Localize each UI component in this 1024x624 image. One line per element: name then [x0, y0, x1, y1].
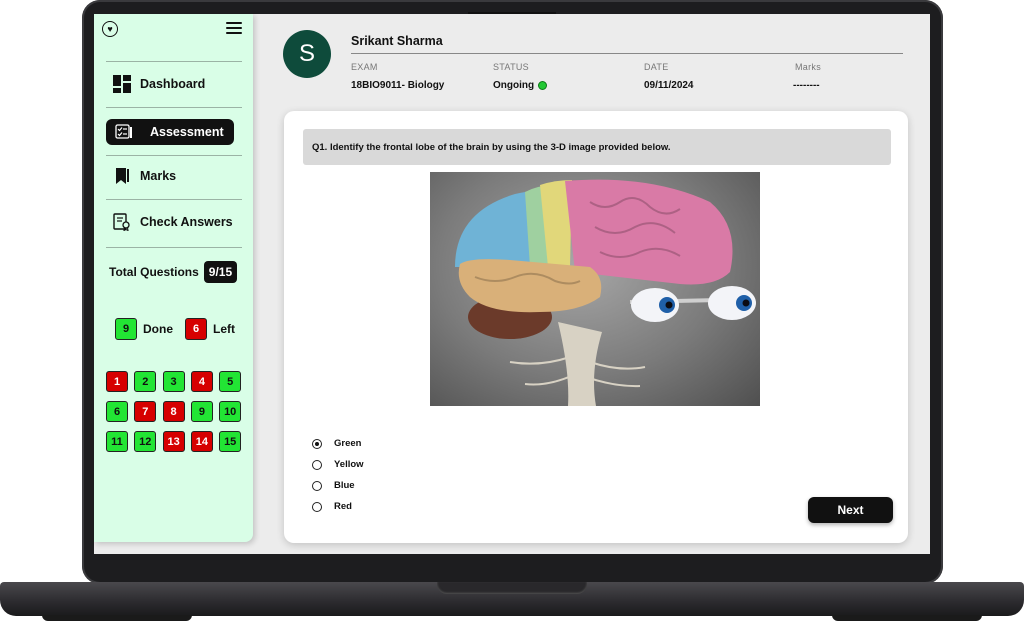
- marks-value: --------: [793, 80, 820, 91]
- question-navigator-grid: 1 2 3 4 5 6 7 8 9 10 11 12 13 14 15: [106, 371, 242, 452]
- sidebar-item-marks[interactable]: Marks: [106, 163, 234, 189]
- question-number-button[interactable]: 9: [190, 401, 213, 422]
- option-green[interactable]: Green: [312, 438, 361, 449]
- next-button[interactable]: Next: [808, 497, 893, 523]
- total-questions-label: Total Questions: [109, 265, 199, 279]
- question-number-button[interactable]: 11: [106, 431, 128, 452]
- question-number-button[interactable]: 1: [106, 371, 128, 392]
- status-value: Ongoing: [493, 80, 548, 91]
- header-divider: [351, 53, 903, 54]
- left-count-badge: 6: [185, 318, 207, 340]
- avatar[interactable]: S: [283, 30, 331, 78]
- radio-icon[interactable]: [312, 480, 322, 491]
- divider: [106, 247, 242, 248]
- assessment-icon: [114, 122, 134, 142]
- dashboard-icon: [112, 74, 132, 94]
- question-number-button[interactable]: 12: [134, 431, 157, 452]
- certificate-icon: [112, 212, 132, 232]
- question-number-button[interactable]: 7: [134, 401, 157, 422]
- done-label: Done: [143, 322, 173, 336]
- question-number-button[interactable]: 3: [162, 371, 185, 392]
- sidebar-item-label: Check Answers: [140, 215, 233, 229]
- question-number-button[interactable]: 2: [134, 371, 157, 392]
- sidebar-item-label: Dashboard: [140, 77, 206, 91]
- option-label: Green: [334, 438, 362, 449]
- radio-icon[interactable]: [312, 459, 322, 470]
- question-number-button[interactable]: 10: [219, 401, 242, 422]
- question-number-button[interactable]: 15: [219, 431, 242, 452]
- question-number-button[interactable]: 14: [190, 431, 213, 452]
- hamburger-menu-icon[interactable]: [226, 22, 242, 34]
- left-legend: 6 Left: [185, 318, 235, 340]
- brain-3d-image: [430, 172, 760, 406]
- option-red[interactable]: Red: [312, 501, 352, 512]
- question-text: Q1. Identify the frontal lobe of the bra…: [303, 129, 891, 165]
- status-label: STATUS: [493, 62, 529, 72]
- question-number-button[interactable]: 8: [162, 401, 185, 422]
- question-number-button[interactable]: 5: [219, 371, 242, 392]
- laptop-foot-right: [832, 615, 982, 621]
- laptop-opening-groove: [437, 582, 587, 594]
- bookmark-icon: [112, 166, 132, 186]
- total-questions-badge: 9/15: [203, 261, 238, 283]
- date-value: 09/11/2024: [644, 80, 694, 91]
- sidebar: ♥ Dashboard Assessment Marks Check Answe…: [94, 14, 253, 542]
- marks-label: Marks: [795, 62, 821, 72]
- screen: ♥ Dashboard Assessment Marks Check Answe…: [94, 14, 930, 554]
- status-online-dot-icon: [538, 80, 548, 90]
- sidebar-item-label: Assessment: [150, 125, 224, 139]
- option-blue[interactable]: Blue: [312, 480, 355, 491]
- option-label: Yellow: [334, 459, 364, 470]
- sidebar-item-dashboard[interactable]: Dashboard: [106, 71, 234, 97]
- option-label: Blue: [334, 480, 355, 491]
- divider: [106, 155, 242, 156]
- date-label: DATE: [644, 62, 669, 72]
- option-yellow[interactable]: Yellow: [312, 459, 364, 470]
- divider: [106, 107, 242, 108]
- done-legend: 9 Done: [115, 318, 173, 340]
- radio-selected-icon[interactable]: [312, 438, 322, 449]
- left-label: Left: [213, 322, 235, 336]
- status-text: Ongoing: [493, 80, 535, 91]
- divider: [106, 199, 242, 200]
- question-number-button[interactable]: 4: [190, 371, 213, 392]
- sidebar-item-assessment[interactable]: Assessment: [106, 119, 234, 145]
- done-count-badge: 9: [115, 318, 137, 340]
- exam-label: EXAM: [351, 62, 378, 72]
- radio-icon[interactable]: [312, 501, 322, 512]
- app-logo-heart-icon: ♥: [102, 21, 118, 37]
- sidebar-item-label: Marks: [140, 169, 177, 183]
- exam-value: 18BIO9011- Biology: [351, 80, 445, 91]
- total-questions: Total Questions 9/15: [109, 261, 238, 283]
- laptop-foot-left: [42, 615, 192, 621]
- sidebar-item-check-answers[interactable]: Check Answers: [106, 209, 234, 235]
- divider: [106, 61, 242, 62]
- user-name: Srikant Sharma: [351, 34, 443, 48]
- question-number-button[interactable]: 6: [106, 401, 128, 422]
- question-number-button[interactable]: 13: [162, 431, 185, 452]
- option-label: Red: [334, 501, 352, 512]
- question-card: Q1. Identify the frontal lobe of the bra…: [284, 111, 908, 543]
